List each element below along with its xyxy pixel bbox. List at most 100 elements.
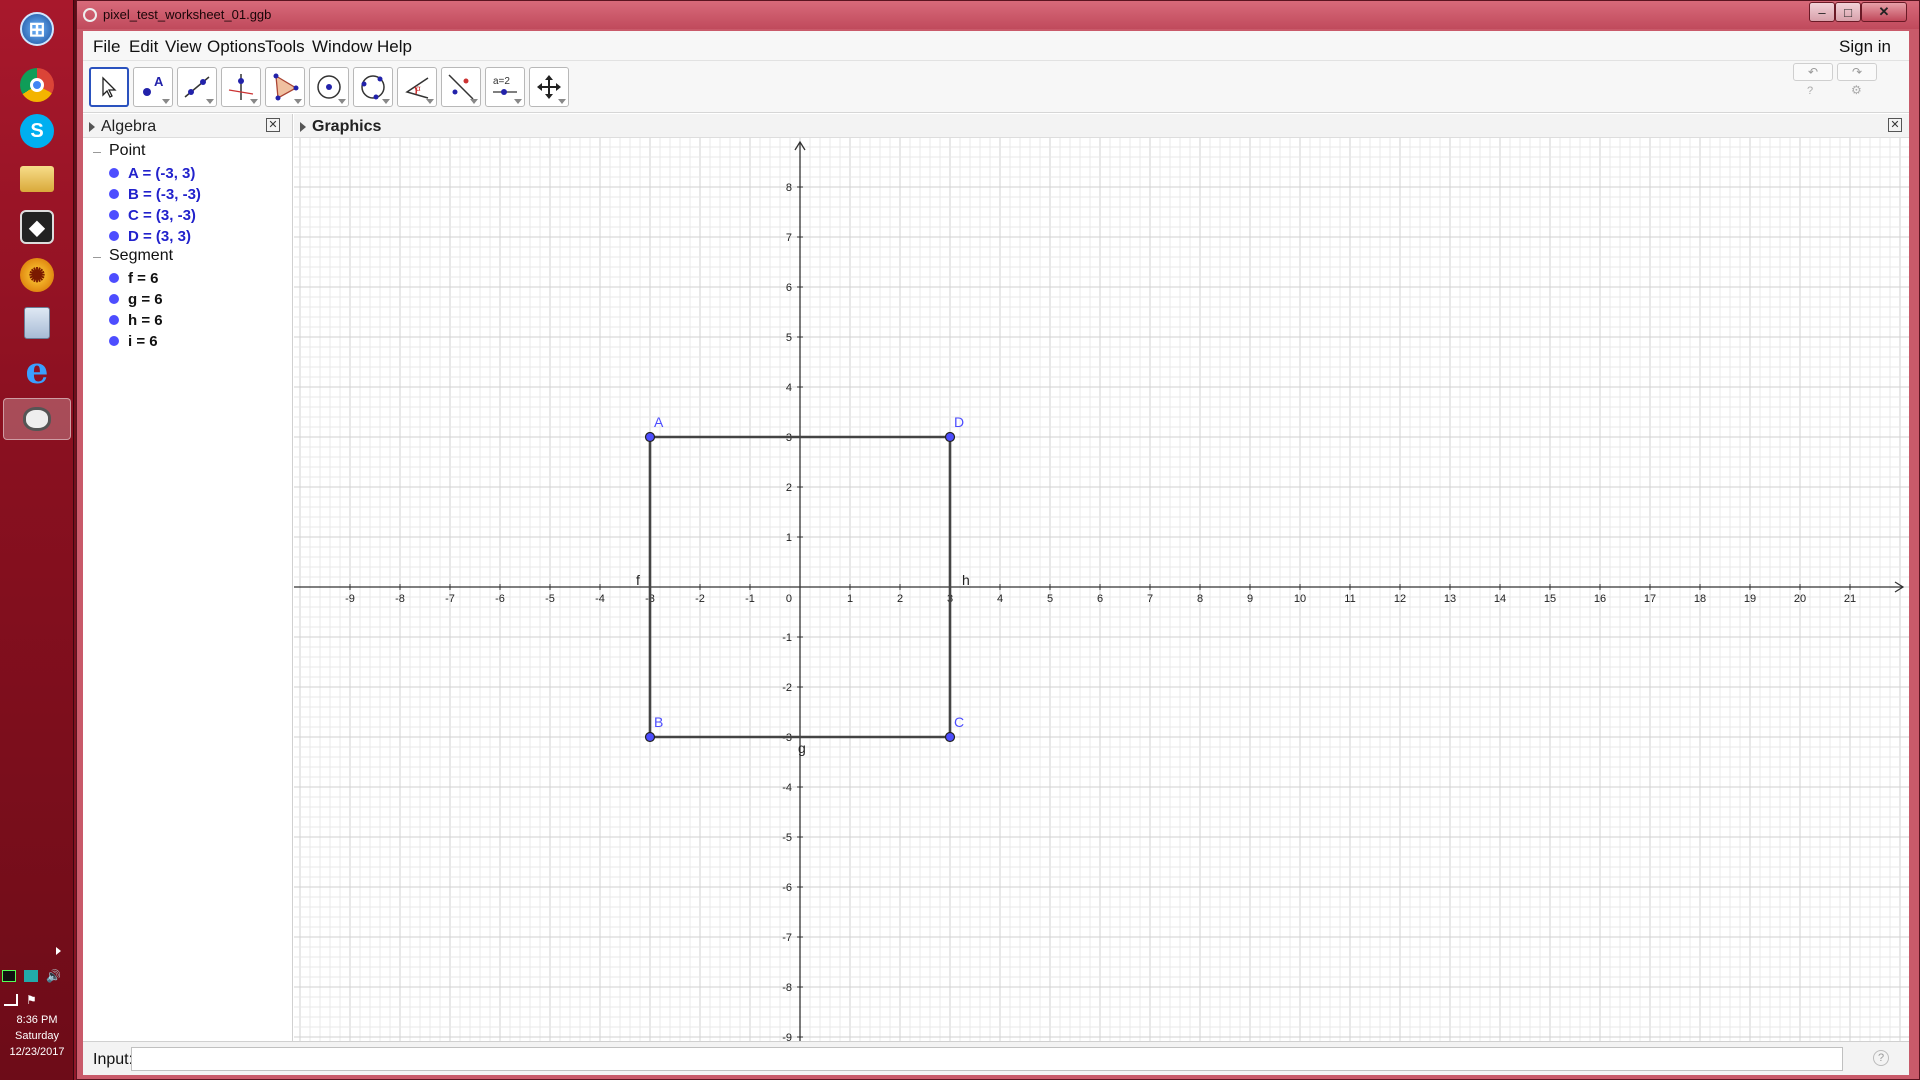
calculator-icon	[24, 307, 50, 339]
group-label-point[interactable]: Point	[109, 142, 145, 160]
point-label-D: D	[954, 414, 964, 430]
taskbar-internet-explorer[interactable]: e	[3, 350, 71, 392]
line-icon	[184, 76, 210, 98]
maximize-icon: □	[1844, 4, 1852, 20]
input-field[interactable]	[131, 1047, 1843, 1071]
taskbar-game[interactable]: ✺	[3, 254, 71, 296]
visibility-toggle-icon[interactable]	[109, 336, 119, 346]
input-label: Input:	[93, 1051, 134, 1068]
point-icon: A	[143, 74, 164, 96]
reflect-about-line-icon	[448, 74, 474, 100]
circle-three-points-tool-button[interactable]	[353, 67, 393, 107]
maximize-button[interactable]: □	[1835, 2, 1861, 22]
visibility-toggle-icon[interactable]	[109, 273, 119, 283]
algebra-collapse-icon[interactable]	[89, 122, 95, 132]
y-tick-label: -8	[782, 982, 792, 994]
minimize-button[interactable]: –	[1809, 2, 1835, 22]
visibility-toggle-icon[interactable]	[109, 210, 119, 220]
slider-icon: a=2	[493, 76, 517, 95]
toolbar-settings-icon[interactable]: ⚙	[1851, 83, 1862, 97]
input-help-icon[interactable]: ?	[1873, 1050, 1889, 1066]
visibility-toggle-icon[interactable]	[109, 315, 119, 325]
taskbar-calculator[interactable]	[3, 302, 71, 344]
title-bar[interactable]: pixel_test_worksheet_01.ggb – □ ✕	[77, 1, 1919, 29]
point-tool-button[interactable]: A	[133, 67, 173, 107]
point-B[interactable]	[644, 731, 656, 743]
algebra-item-h[interactable]: h = 6	[109, 310, 163, 330]
taskbar-file-explorer[interactable]	[3, 158, 71, 200]
inkscape-icon: ◆	[20, 210, 54, 244]
point-D[interactable]	[944, 431, 956, 443]
x-tick-label: 16	[1594, 593, 1606, 605]
menu-options[interactable]: Options	[207, 37, 266, 57]
volume-icon[interactable]: 🔊	[46, 970, 61, 982]
point-C[interactable]	[944, 731, 956, 743]
y-tick-label: -5	[782, 832, 792, 844]
algebra-item-B[interactable]: B = (-3, -3)	[109, 184, 201, 204]
algebra-item-A[interactable]: A = (-3, 3)	[109, 163, 195, 183]
tray-app-icon[interactable]	[2, 970, 16, 982]
action-center-flag-icon[interactable]: ⚑	[26, 994, 40, 1006]
polygon-tool-button[interactable]	[265, 67, 305, 107]
circle-center-point-icon	[317, 75, 341, 99]
clock-date: 12/23/2017	[9, 1046, 65, 1058]
clock[interactable]: 8:36 PM Saturday 12/23/2017	[0, 1012, 74, 1060]
taskbar-geogebra[interactable]	[3, 398, 71, 440]
close-button[interactable]: ✕	[1861, 2, 1907, 22]
taskbar-inkscape[interactable]: ◆	[3, 206, 71, 248]
x-tick-label: 9	[1247, 593, 1253, 605]
menu-file[interactable]: File	[93, 37, 120, 57]
menu-tools[interactable]: Tools	[265, 37, 305, 57]
windows-start-button[interactable]: ⊞	[3, 8, 71, 50]
circle-tool-button[interactable]	[309, 67, 349, 107]
angle-tool-button[interactable]: α	[397, 67, 437, 107]
move-graphics-view-tool-button[interactable]	[529, 67, 569, 107]
graphics-canvas[interactable]: -9-8-7-6-5-4-3-2-11234567891011121314151…	[294, 138, 1909, 1041]
y-tick-label: -4	[782, 782, 792, 794]
group-label-segment[interactable]: Segment	[109, 247, 173, 265]
algebra-item-D[interactable]: D = (3, 3)	[109, 226, 191, 246]
network-icon[interactable]	[4, 994, 18, 1006]
file-explorer-icon	[20, 166, 54, 192]
visibility-toggle-icon[interactable]	[109, 168, 119, 178]
algebra-close-icon[interactable]: ✕	[266, 118, 280, 132]
tree-collapse-point[interactable]	[93, 152, 101, 153]
graphics-close-icon[interactable]: ✕	[1888, 118, 1902, 132]
x-tick-label: -2	[695, 593, 705, 605]
x-tick-label: 10	[1294, 593, 1306, 605]
circle-three-points-icon	[361, 75, 385, 100]
menu-help[interactable]: Help	[377, 37, 412, 57]
menu-edit[interactable]: Edit	[129, 37, 158, 57]
graphics-collapse-icon[interactable]	[300, 122, 306, 132]
tray-monitor-icon[interactable]	[24, 970, 38, 982]
algebra-item-g[interactable]: g = 6	[109, 289, 163, 309]
undo-button[interactable]: ↶	[1793, 63, 1833, 81]
algebra-item-C[interactable]: C = (3, -3)	[109, 205, 196, 225]
toolbar-help-icon[interactable]: ?	[1807, 85, 1813, 97]
point-label-A: A	[654, 414, 664, 430]
geogebra-app-icon	[83, 8, 97, 22]
x-tick-label: 17	[1644, 593, 1656, 605]
algebra-item-f[interactable]: f = 6	[109, 268, 158, 288]
tray-expand-icon[interactable]	[56, 947, 61, 955]
tree-collapse-segment[interactable]	[93, 257, 101, 258]
visibility-toggle-icon[interactable]	[109, 189, 119, 199]
taskbar-chrome[interactable]	[3, 64, 71, 106]
visibility-toggle-icon[interactable]	[109, 294, 119, 304]
x-tick-label: -7	[445, 593, 455, 605]
move-tool-button[interactable]	[89, 67, 129, 107]
menu-view[interactable]: View	[165, 37, 202, 57]
redo-button[interactable]: ↷	[1837, 63, 1877, 81]
slider-tool-button[interactable]: a=2	[485, 67, 525, 107]
point-A[interactable]	[644, 431, 656, 443]
algebra-item-i[interactable]: i = 6	[109, 331, 158, 351]
menu-window[interactable]: Window	[312, 37, 372, 57]
taskbar-skype[interactable]: S	[3, 110, 71, 152]
line-tool-button[interactable]	[177, 67, 217, 107]
sign-in-link[interactable]: Sign in	[1839, 37, 1891, 57]
reflect-tool-button[interactable]	[441, 67, 481, 107]
toolbar: A α a=2 ↶ ↷ ? ⚙	[83, 61, 1909, 113]
segment-label-f: f	[636, 572, 640, 588]
perpendicular-line-tool-button[interactable]	[221, 67, 261, 107]
visibility-toggle-icon[interactable]	[109, 231, 119, 241]
